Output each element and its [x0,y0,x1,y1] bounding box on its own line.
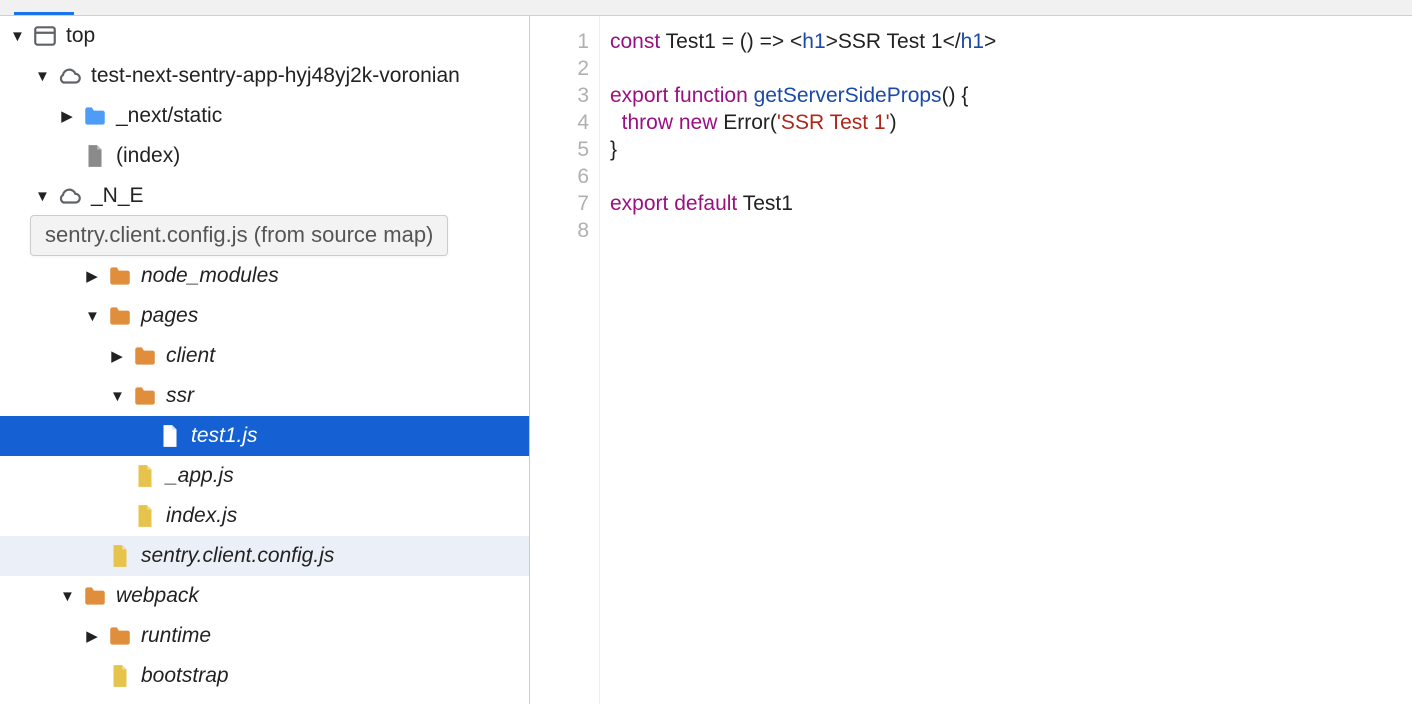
tree-label: ssr [166,381,194,410]
tree-label: sentry.client.config.js [141,541,334,570]
file-icon [157,423,183,449]
main-split: ▼ top ▼ test-next-sentry-app-hyj48yj2k-v… [0,16,1412,704]
cloud-icon [57,183,83,209]
tree-tooltip: sentry.client.config.js (from source map… [30,215,448,256]
folder-icon [132,343,158,369]
tree-client[interactable]: ▶ client [0,336,529,376]
tree-origin-2[interactable]: ▼ _N_E [0,176,529,216]
chevron-right-icon[interactable]: ▶ [60,106,74,127]
tree-app-js[interactable]: _app.js [0,456,529,496]
tree-origin-1[interactable]: ▼ test-next-sentry-app-hyj48yj2k-voronia… [0,56,529,96]
folder-icon [107,263,133,289]
tree-root-top[interactable]: ▼ top [0,16,529,56]
tree-node-modules[interactable]: ▶ node_modules [0,256,529,296]
folder-open-icon [107,303,133,329]
tree-webpack[interactable]: ▼ webpack [0,576,529,616]
tree-label: _app.js [166,461,234,490]
devtools-panel-tabs [0,0,1412,16]
tree-next-static[interactable]: ▶ _next/static [0,96,529,136]
tree-index-file[interactable]: (index) [0,136,529,176]
tree-label: _N_E [91,181,144,210]
tree-label: (index) [116,141,180,170]
tree-ssr[interactable]: ▼ ssr [0,376,529,416]
chevron-down-icon[interactable]: ▼ [110,386,124,407]
chevron-down-icon[interactable]: ▼ [35,186,49,207]
tree-label: test-next-sentry-app-hyj48yj2k-voronian [91,61,460,90]
chevron-down-icon[interactable]: ▼ [10,26,24,47]
editor-pane: 12345678 const Test1 = () => <h1>SSR Tes… [530,16,1412,704]
tree-label: test1.js [191,421,258,450]
tree-label: pages [141,301,198,330]
tree-label: runtime [141,621,211,650]
window-icon [32,23,58,49]
chevron-right-icon[interactable]: ▶ [85,626,99,647]
tree-label: client [166,341,215,370]
sources-tree[interactable]: ▼ top ▼ test-next-sentry-app-hyj48yj2k-v… [0,16,530,704]
code-content[interactable]: const Test1 = () => <h1>SSR Test 1</h1> … [600,16,996,704]
folder-open-icon [82,583,108,609]
tree-sentry-config[interactable]: sentry.client.config.js [0,536,529,576]
cloud-icon [57,63,83,89]
active-tab-indicator [14,12,74,15]
tree-label: _next/static [116,101,222,130]
js-file-icon [132,463,158,489]
tree-label: top [66,21,95,50]
chevron-down-icon[interactable]: ▼ [85,306,99,327]
chevron-down-icon[interactable]: ▼ [60,586,74,607]
folder-icon [107,623,133,649]
code-editor[interactable]: 12345678 const Test1 = () => <h1>SSR Tes… [530,16,1412,704]
tree-runtime[interactable]: ▶ runtime [0,616,529,656]
js-file-icon [107,543,133,569]
tree-index-js[interactable]: index.js [0,496,529,536]
file-icon [82,143,108,169]
tree-label: webpack [116,581,199,610]
tree-label: bootstrap [141,661,229,690]
tree-label: node_modules [141,261,279,290]
folder-open-icon [132,383,158,409]
chevron-down-icon[interactable]: ▼ [35,66,49,87]
chevron-right-icon[interactable]: ▶ [85,266,99,287]
js-file-icon [132,503,158,529]
folder-icon [82,103,108,129]
tree-bootstrap[interactable]: bootstrap [0,656,529,696]
tree-label: index.js [166,501,237,530]
tree-test1-js[interactable]: test1.js [0,416,529,456]
line-gutter: 12345678 [530,16,600,704]
chevron-right-icon[interactable]: ▶ [110,346,124,367]
tree-pages[interactable]: ▼ pages [0,296,529,336]
js-file-icon [107,663,133,689]
